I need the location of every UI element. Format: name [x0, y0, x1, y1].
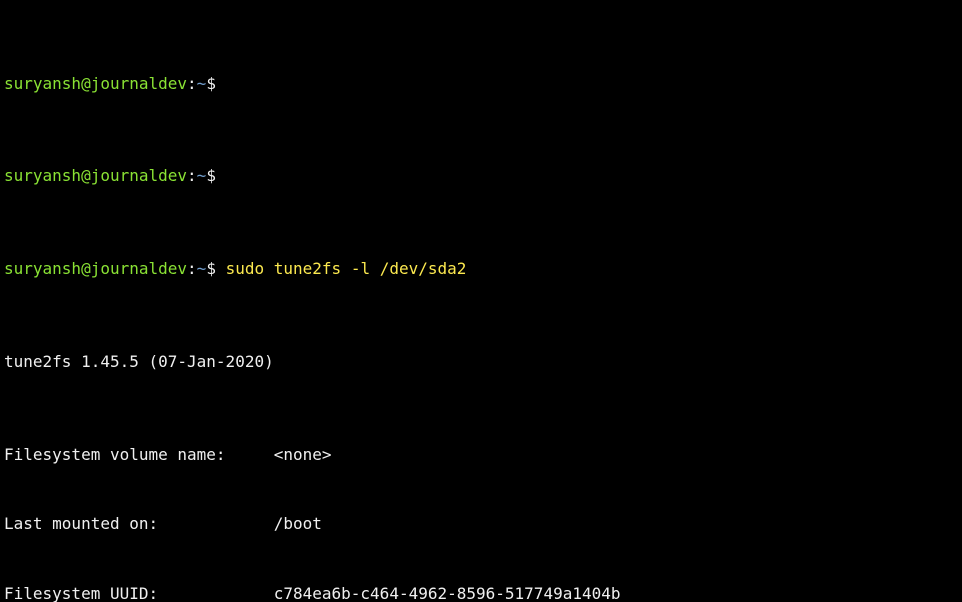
kv-label: Filesystem UUID: — [4, 582, 274, 602]
prompt-path: ~ — [197, 166, 207, 185]
prompt-line-2: suryansh@journaldev:~$ — [4, 164, 958, 187]
terminal-window[interactable]: suryansh@journaldev:~$ suryansh@journald… — [0, 0, 962, 602]
output-version-line: tune2fs 1.45.5 (07-Jan-2020) — [4, 350, 958, 373]
kv-value: c784ea6b-c464-4962-8596-517749a1404b — [274, 584, 621, 602]
prompt-dollar: $ — [206, 166, 216, 185]
prompt-host: journaldev — [91, 259, 187, 278]
kv-value: <none> — [274, 445, 332, 464]
kv-label: Last mounted on: — [4, 512, 274, 535]
prompt-path: ~ — [197, 259, 207, 278]
prompt-line-1: suryansh@journaldev:~$ — [4, 72, 958, 95]
kv-label: Filesystem volume name: — [4, 443, 274, 466]
prompt-user: suryansh — [4, 74, 81, 93]
command-text: sudo tune2fs -l /dev/sda2 — [226, 259, 467, 278]
kv-row: Last mounted on:/boot — [4, 512, 958, 535]
prompt-at: @ — [81, 259, 91, 278]
prompt-path: ~ — [197, 74, 207, 93]
command-line[interactable]: suryansh@journaldev:~$ sudo tune2fs -l /… — [4, 257, 958, 280]
kv-value: /boot — [274, 514, 322, 533]
kv-row: Filesystem volume name:<none> — [4, 443, 958, 466]
prompt-at: @ — [81, 166, 91, 185]
prompt-host: journaldev — [91, 166, 187, 185]
prompt-dollar: $ — [206, 259, 216, 278]
kv-row: Filesystem UUID:c784ea6b-c464-4962-8596-… — [4, 582, 958, 602]
prompt-user: suryansh — [4, 166, 81, 185]
prompt-colon: : — [187, 259, 197, 278]
prompt-user: suryansh — [4, 259, 81, 278]
prompt-at: @ — [81, 74, 91, 93]
prompt-colon: : — [187, 166, 197, 185]
prompt-dollar: $ — [206, 74, 216, 93]
prompt-host: journaldev — [91, 74, 187, 93]
prompt-colon: : — [187, 74, 197, 93]
